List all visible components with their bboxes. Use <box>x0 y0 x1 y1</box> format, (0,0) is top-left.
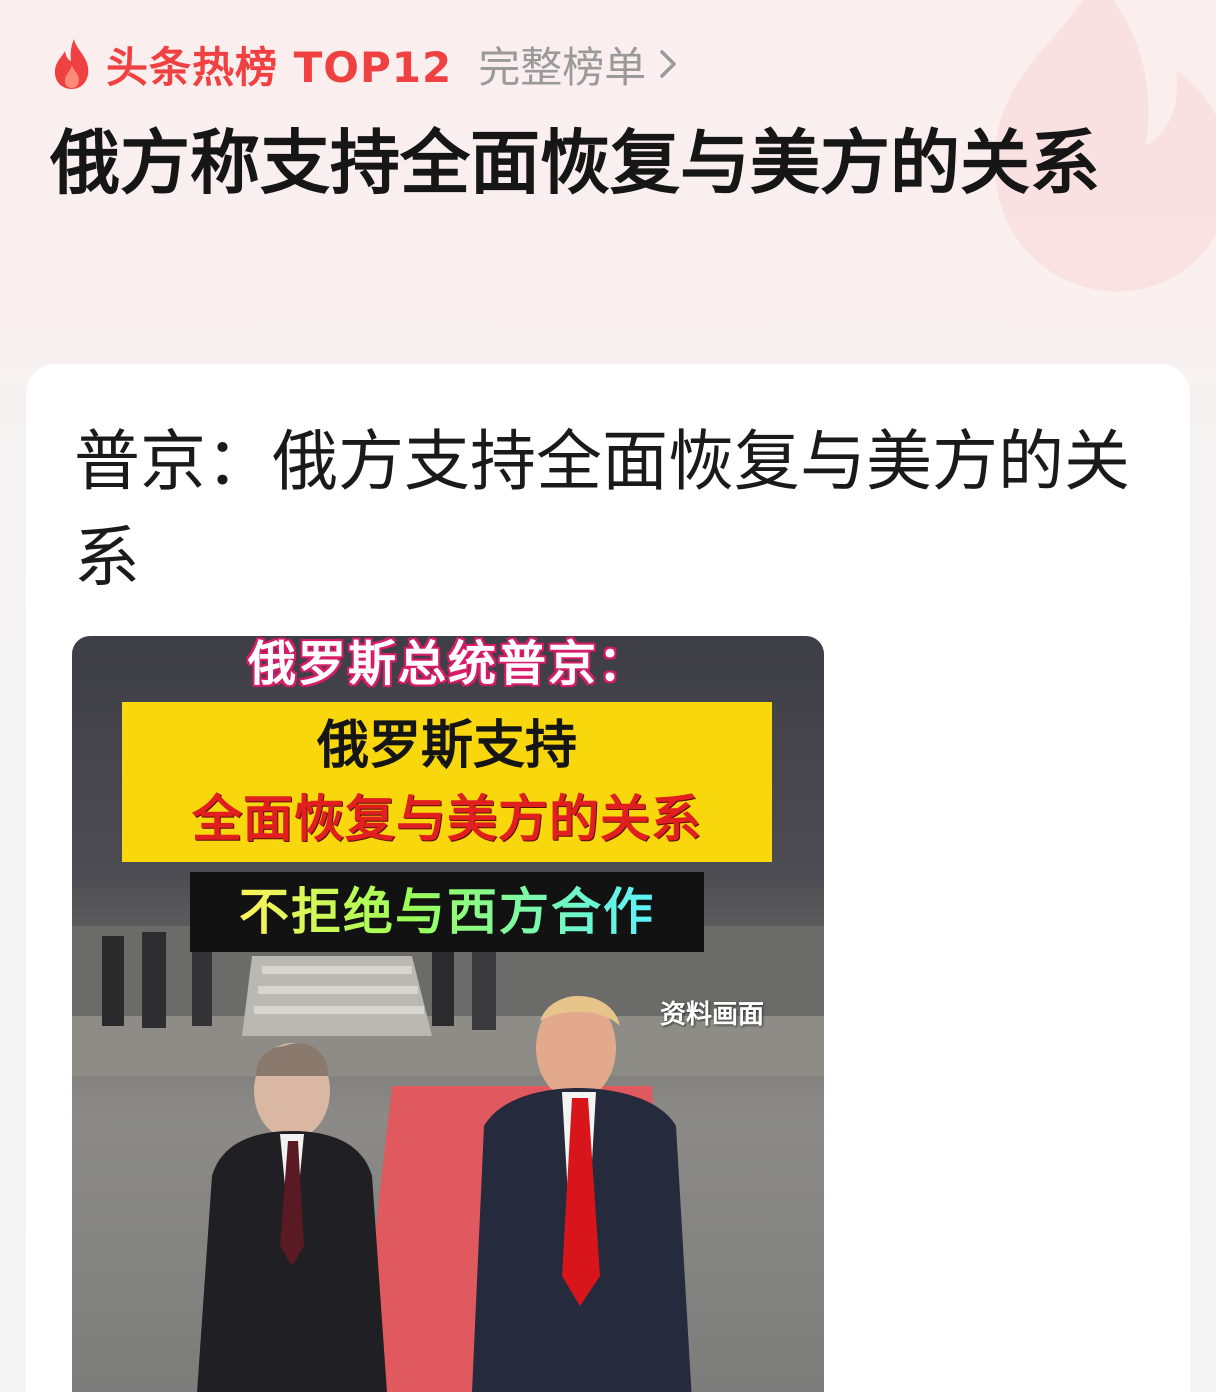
article-card[interactable]: 普京：俄方支持全面恢复与美方的关系 俄罗斯总统普京： 俄罗斯支持 全面恢复与美方… <box>26 364 1190 1392</box>
video-caption-line2: 全面恢复与美方的关系 <box>192 790 702 848</box>
video-caption-line3: 不拒绝与西方合作 <box>239 883 655 941</box>
topic-title[interactable]: 俄方称支持全面恢复与美方的关系 <box>50 112 1160 214</box>
video-caption-top: 俄罗斯总统普京： <box>247 636 648 692</box>
full-list-link[interactable]: 完整榜单 <box>478 34 680 95</box>
hot-list-header: 头条热榜 TOP12 完整榜单 <box>50 34 680 94</box>
archive-footage-label: 资料画面 <box>660 1000 765 1030</box>
video-caption-black-box: 不拒绝与西方合作 <box>190 872 704 952</box>
article-title[interactable]: 普京：俄方支持全面恢复与美方的关系 <box>74 414 1134 606</box>
video-caption-yellow-box: 俄罗斯支持 全面恢复与美方的关系 <box>122 702 772 862</box>
full-list-label: 完整榜单 <box>478 42 647 92</box>
flame-icon <box>54 39 89 89</box>
video-caption-line1: 俄罗斯支持 <box>316 716 577 776</box>
chevron-right-icon <box>660 50 676 78</box>
hot-list-title: 头条热榜 TOP12 <box>106 42 453 92</box>
video-thumbnail[interactable]: 俄罗斯总统普京： 俄罗斯支持 全面恢复与美方的关系 不拒绝与西方合作 资料画面 <box>72 636 824 1392</box>
hot-list-page: 头条热榜 TOP12 完整榜单 俄方称支持全面恢复与美方的关系 普京：俄方支持全… <box>0 0 1216 1392</box>
